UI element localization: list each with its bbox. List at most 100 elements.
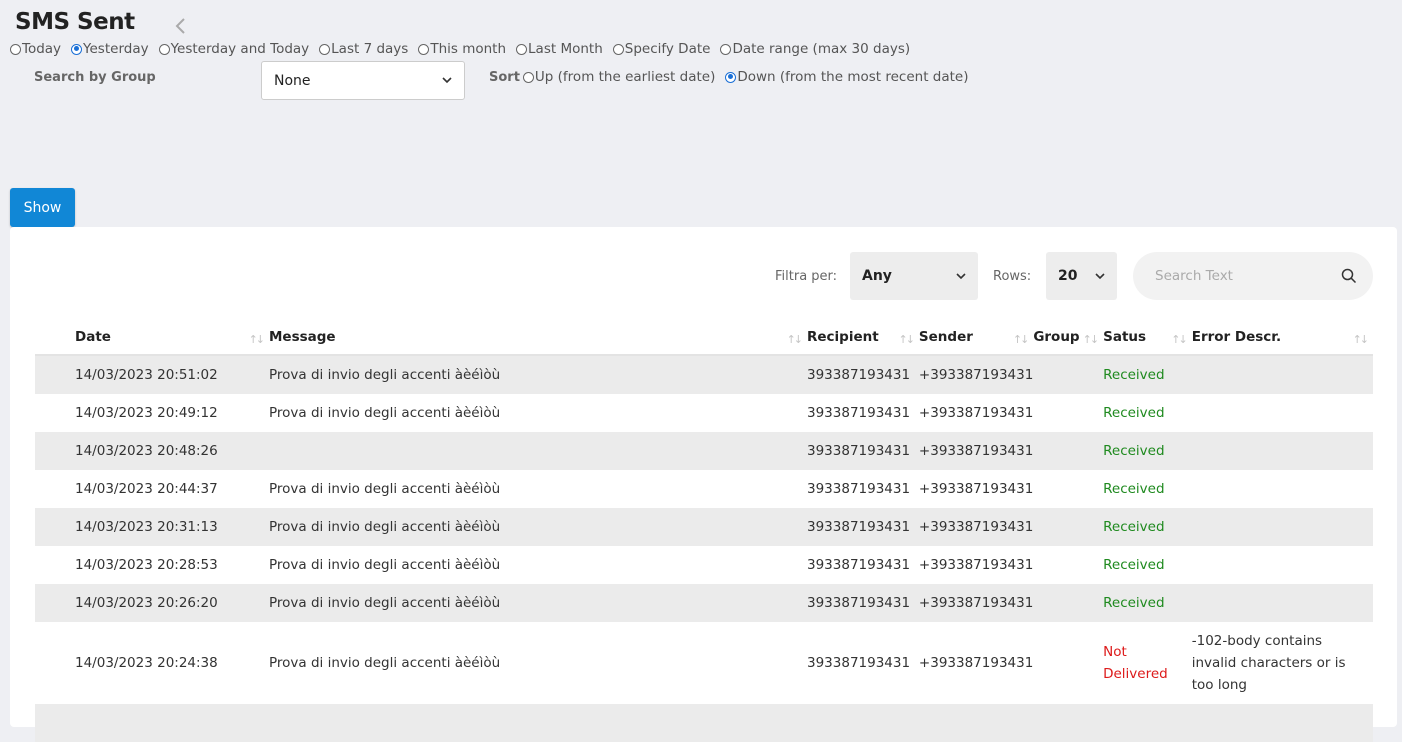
cell-date: 14/03/2023 20:28:53 bbox=[75, 557, 218, 573]
radio-checked-icon[interactable] bbox=[71, 43, 83, 55]
search-by-group-label: Search by Group bbox=[34, 70, 156, 85]
cell-status: Received bbox=[1103, 584, 1192, 622]
column-header-recipient[interactable]: Recipient ↑↓ bbox=[807, 320, 919, 356]
cell-date: 14/03/2023 20:51:02 bbox=[35, 355, 269, 394]
cell-recipient: 393387193431 bbox=[807, 405, 911, 421]
sort-arrows-icon[interactable]: ↑↓ bbox=[1013, 333, 1030, 346]
cell-message: Prova di invio degli accenti àèéìòù bbox=[269, 655, 501, 671]
column-header-label: Date bbox=[75, 329, 111, 345]
cell-recipient: 393387193431 bbox=[807, 557, 911, 573]
radio-icon[interactable] bbox=[418, 43, 430, 55]
cell-error: -102-body contains invalid characters or… bbox=[1191, 633, 1346, 693]
period-option-yesterday[interactable]: Yesterday bbox=[71, 41, 149, 57]
table-row[interactable]: 14/03/2023 20:31:13 Prova di invio degli… bbox=[35, 508, 1373, 546]
period-option-specify-date[interactable]: Specify Date bbox=[612, 41, 710, 57]
table-header-row: Date ↑↓ Message ↑↓ Recipient ↑↓ Sender ↑↓ Gr… bbox=[35, 320, 1373, 356]
column-header-sender[interactable]: Sender ↑↓ bbox=[918, 320, 1034, 356]
cell-date: 14/03/2023 20:44:37 bbox=[75, 481, 218, 497]
cell-sender: +393387193431 bbox=[918, 355, 1034, 394]
cell-group bbox=[1033, 508, 1104, 546]
column-header-status[interactable]: Satus ↑↓ bbox=[1103, 320, 1192, 356]
rows-select-value: 20 bbox=[1058, 268, 1078, 284]
cell-status: Received bbox=[1103, 508, 1192, 546]
sort-label: Sort bbox=[489, 69, 520, 85]
sort-arrows-icon[interactable]: ↑↓ bbox=[249, 333, 266, 346]
sort-arrows-icon[interactable]: ↑↓ bbox=[1171, 333, 1188, 346]
period-option-label: Today bbox=[22, 41, 62, 57]
cell-sender: +393387193431 bbox=[918, 481, 1034, 497]
cell-sender: +393387193431 bbox=[918, 405, 1034, 421]
column-header-label: Error Descr. bbox=[1191, 329, 1282, 345]
cell-status: Received bbox=[1103, 481, 1165, 497]
cell-status: Received bbox=[1103, 432, 1192, 470]
sort-arrows-icon[interactable]: ↑↓ bbox=[1083, 333, 1100, 346]
cell-status: Not Delivered bbox=[1103, 644, 1168, 682]
table-row[interactable]: 14/03/2023 20:51:02 Prova di invio degli… bbox=[35, 355, 1373, 394]
table-row[interactable]: 14/03/2023 20:28:53 Prova di invio degli… bbox=[35, 546, 1373, 584]
radio-icon[interactable] bbox=[10, 43, 21, 55]
sort-radio-group: Sort Up (from the earliest date) Down (f… bbox=[489, 69, 979, 85]
table-row[interactable] bbox=[35, 704, 1373, 742]
period-option-today[interactable]: Today bbox=[10, 41, 61, 57]
results-panel: Filtra per: Any Rows: 20 Date↑↓ Message↑… bbox=[10, 227, 1397, 742]
cell-sender: +393387193431 bbox=[918, 655, 1034, 671]
radio-icon[interactable] bbox=[720, 43, 732, 55]
period-option-last-month[interactable]: Last Month bbox=[516, 41, 603, 57]
column-header-error[interactable]: Error Descr. ↑↓ bbox=[1191, 320, 1373, 356]
table-row[interactable]: 14/03/2023 20:26:20 Prova di invio degli… bbox=[35, 584, 1373, 622]
period-option-label: Yesterday bbox=[83, 41, 149, 57]
cell-message bbox=[269, 432, 807, 470]
cell-group bbox=[1033, 622, 1103, 704]
radio-checked-icon[interactable] bbox=[725, 71, 737, 83]
period-option-label: Last Month bbox=[528, 41, 603, 57]
column-header-group[interactable]: Group ↑↓ bbox=[1033, 320, 1104, 356]
radio-icon[interactable] bbox=[158, 43, 170, 55]
search-input[interactable] bbox=[1153, 267, 1327, 285]
sort-option-down[interactable]: Down (from the most recent date) bbox=[725, 69, 969, 85]
period-option-date-range[interactable]: Date range (max 30 days) bbox=[720, 41, 910, 57]
rows-label: Rows: bbox=[993, 269, 1032, 284]
sort-arrows-icon[interactable]: ↑↓ bbox=[898, 333, 915, 346]
sort-arrows-icon[interactable]: ↑↓ bbox=[1353, 333, 1370, 346]
period-option-label: Date range (max 30 days) bbox=[732, 41, 911, 57]
cell-recipient: 393387193431 bbox=[807, 355, 919, 394]
sort-option-up[interactable]: Up (from the earliest date) bbox=[522, 69, 715, 85]
table-row[interactable]: 14/03/2023 20:44:37 Prova di invio degli… bbox=[35, 470, 1373, 508]
table-row[interactable]: 14/03/2023 20:48:26 393387193431 +393387… bbox=[35, 432, 1373, 470]
group-select[interactable]: None bbox=[261, 61, 465, 100]
cell-group bbox=[1033, 432, 1104, 470]
cell-date: 14/03/2023 20:31:13 bbox=[35, 508, 269, 546]
rows-select[interactable]: 20 bbox=[1046, 252, 1117, 300]
sort-arrows-icon[interactable]: ↑↓ bbox=[787, 333, 804, 346]
cell-group bbox=[1033, 355, 1104, 394]
cell-group bbox=[1033, 584, 1104, 622]
search-icon[interactable] bbox=[1341, 268, 1357, 284]
radio-icon[interactable] bbox=[522, 71, 534, 83]
period-option-label: Last 7 days bbox=[331, 41, 409, 57]
table-row[interactable]: 14/03/2023 20:24:38 Prova di invio degli… bbox=[35, 622, 1373, 704]
cell-group bbox=[1033, 394, 1103, 432]
cell-date: 14/03/2023 20:24:38 bbox=[75, 655, 218, 671]
table-row[interactable]: 14/03/2023 20:49:12 Prova di invio degli… bbox=[35, 394, 1373, 432]
cell-error bbox=[1192, 470, 1373, 508]
chevron-left-icon[interactable] bbox=[174, 16, 188, 36]
filter-select[interactable]: Any bbox=[850, 252, 978, 300]
chevron-down-icon bbox=[1095, 273, 1105, 280]
radio-icon[interactable] bbox=[516, 43, 528, 55]
column-header-label: Recipient bbox=[807, 329, 879, 345]
cell-recipient: 393387193431 bbox=[807, 584, 919, 622]
period-option-this-month[interactable]: This month bbox=[418, 41, 506, 57]
radio-icon[interactable] bbox=[612, 43, 624, 55]
cell-sender: +393387193431 bbox=[918, 508, 1034, 546]
column-header-message[interactable]: Message ↑↓ bbox=[269, 320, 807, 356]
column-header-date[interactable]: Date ↑↓ bbox=[35, 320, 269, 356]
period-option-label: Yesterday and Today bbox=[170, 41, 310, 57]
period-option-last-7-days[interactable]: Last 7 days bbox=[319, 41, 408, 57]
period-option-yesterday-and-today[interactable]: Yesterday and Today bbox=[158, 41, 310, 57]
cell-recipient: 393387193431 bbox=[807, 655, 911, 671]
show-button[interactable]: Show bbox=[10, 188, 75, 227]
radio-icon[interactable] bbox=[319, 43, 331, 55]
cell-error bbox=[1191, 508, 1373, 546]
column-header-label: Message bbox=[269, 329, 336, 345]
cell-status: Received bbox=[1103, 557, 1165, 573]
